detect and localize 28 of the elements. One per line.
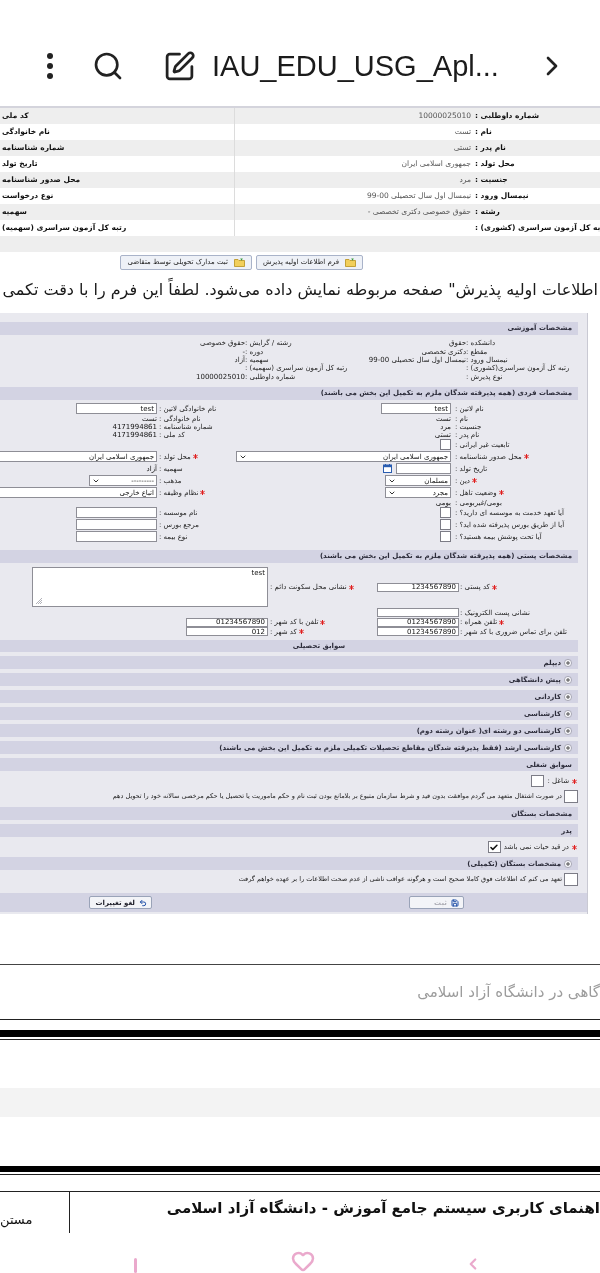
- text-field[interactable]: [76, 519, 157, 531]
- folder-icon: [345, 258, 356, 267]
- checkbox[interactable]: [440, 439, 451, 451]
- undo-icon: [139, 898, 147, 907]
- checkbox[interactable]: [564, 872, 578, 886]
- checkbox[interactable]: [440, 519, 451, 531]
- more-options-icon[interactable]: [46, 52, 54, 80]
- folder-icon: [233, 258, 245, 267]
- table-heading: اهنمای کاربری سیستم جامع آموزش - دانشگاه آزاد اسلامی: [166, 1198, 600, 1219]
- checkbox[interactable]: [487, 841, 501, 854]
- article-subtitle: گاهی در دانشگاه آزاد اسلامی: [417, 982, 600, 1004]
- check-icon: [489, 842, 500, 852]
- instruction-text: اطلاعات اولیه پذیرش" صفحه مربوطه نمایش داده می‌شود. لطفاً این فرم را با دقت تکمی: [2, 279, 598, 301]
- edit-icon[interactable]: [163, 49, 196, 83]
- text-field[interactable]: [76, 507, 157, 519]
- text-field[interactable]: [76, 531, 157, 543]
- document-title: IAU_EDU_USG_Apl...: [212, 49, 499, 83]
- save-icon: [451, 898, 459, 907]
- text-field[interactable]: [377, 608, 459, 618]
- checkbox[interactable]: [440, 507, 451, 519]
- calendar-icon[interactable]: [383, 464, 392, 474]
- date-field[interactable]: [396, 463, 451, 475]
- resize-grip-icon: [36, 598, 42, 605]
- checkbox[interactable]: [564, 789, 578, 803]
- checkbox[interactable]: [440, 531, 451, 543]
- checkbox[interactable]: [531, 775, 545, 788]
- search-icon[interactable]: [92, 50, 124, 82]
- table-cell: مستن: [0, 1213, 33, 1228]
